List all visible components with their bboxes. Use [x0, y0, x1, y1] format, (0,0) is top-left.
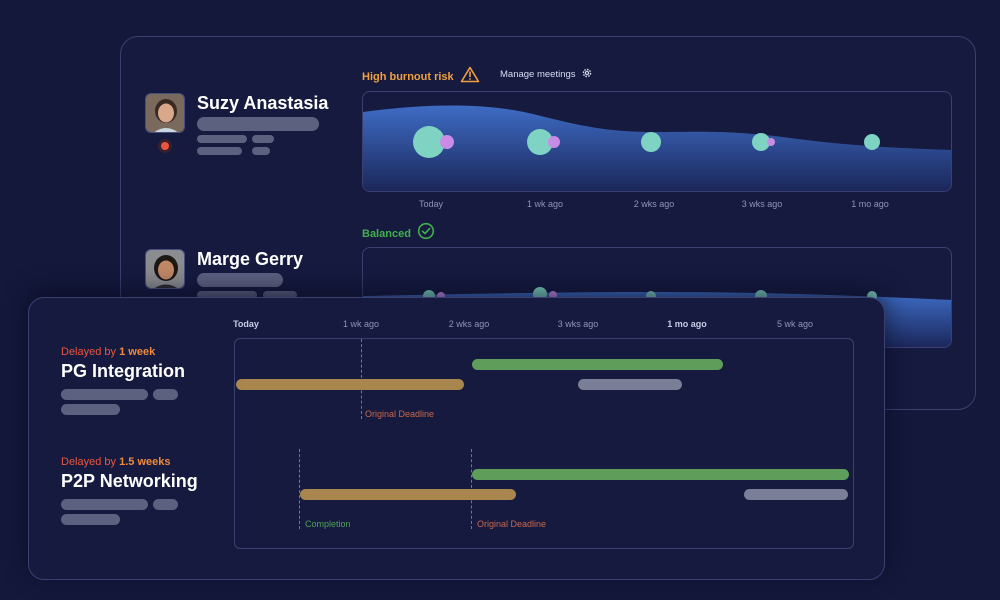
gantt-axis: Today 1 wk ago 2 wks ago 3 wks ago 1 mo … [233, 319, 854, 331]
tick-label: 3 wks ago [557, 319, 599, 329]
person-name: Marge Gerry [197, 249, 304, 269]
balance-status: Balanced [362, 222, 435, 245]
manage-meetings-label: Manage meetings [500, 69, 576, 80]
project-name: P2P Networking [61, 471, 198, 491]
tick-label: 1 wk ago [342, 319, 380, 329]
delay-text: Delayed by 1 week [61, 346, 231, 358]
status-label: Balanced [362, 227, 411, 240]
gantt-bar-other[interactable] [744, 489, 848, 500]
manage-meetings-button[interactable]: Manage meetings [500, 67, 593, 82]
delay-prefix: Delayed by [61, 346, 117, 358]
placeholder-bar [61, 514, 120, 525]
gantt-bar-planned[interactable] [236, 379, 464, 390]
gantt-bar-actual[interactable] [472, 359, 723, 370]
burnout-status: High burnout risk [362, 66, 480, 88]
delay-amount: 1.5 weeks [119, 456, 171, 468]
person-name: Suzy Anastasia [197, 93, 329, 113]
delay-prefix: Delayed by [61, 456, 117, 468]
placeholder-bar [61, 499, 148, 510]
tick-label: 2 wks ago [448, 319, 490, 329]
placeholder-bar [153, 499, 178, 510]
gantt-bar-actual[interactable] [472, 469, 849, 480]
tick-label: Today [418, 199, 444, 209]
avatar[interactable] [145, 249, 185, 289]
tick-label: 1 wk ago [526, 199, 564, 209]
delay-amount: 1 week [119, 346, 156, 358]
tick-label: Today [233, 319, 259, 329]
avatar[interactable] [145, 93, 185, 133]
risk-indicator [158, 139, 172, 153]
placeholder-bar [197, 135, 247, 143]
tick-label: 3 wks ago [741, 199, 783, 209]
placeholder-bar [61, 389, 148, 400]
tick-label: 1 mo ago [851, 199, 889, 209]
deadline-label: Original Deadline [365, 409, 435, 419]
tick-label: 5 wk ago [776, 319, 814, 329]
status-label: High burnout risk [362, 71, 454, 83]
person-suzy[interactable]: Suzy Anastasia [145, 93, 345, 183]
completion-label: Completion [305, 519, 351, 529]
warning-triangle-icon [460, 66, 480, 88]
tick-label: 1 mo ago [667, 319, 707, 329]
gear-icon [581, 67, 593, 82]
deadline-label: Original Deadline [477, 519, 547, 529]
gantt-chart: Original Deadline Completion Original De… [234, 338, 854, 549]
tick-label: 2 wks ago [633, 199, 675, 209]
delay-text: Delayed by 1.5 weeks [61, 456, 231, 468]
workload-chart-suzy [362, 91, 952, 192]
project-pg-integration[interactable]: Delayed by 1 week PG Integration [61, 346, 231, 382]
placeholder-bar [61, 404, 120, 415]
placeholder-bar [197, 117, 319, 131]
placeholder-bar [197, 273, 283, 287]
placeholder-bar [153, 389, 178, 400]
placeholder-bar [197, 147, 242, 155]
project-p2p-networking[interactable]: Delayed by 1.5 weeks P2P Networking [61, 456, 231, 492]
timeline-axis: Today 1 wk ago 2 wks ago 3 wks ago 1 mo … [362, 199, 952, 211]
gantt-bar-planned[interactable] [300, 489, 516, 500]
check-circle-icon [417, 222, 435, 245]
gantt-bar-other[interactable] [578, 379, 682, 390]
project-name: PG Integration [61, 361, 186, 381]
project-timeline-card: Today 1 wk ago 2 wks ago 3 wks ago 1 mo … [28, 297, 885, 580]
placeholder-bar [252, 147, 270, 155]
placeholder-bar [252, 135, 274, 143]
completion-marker [299, 449, 300, 529]
